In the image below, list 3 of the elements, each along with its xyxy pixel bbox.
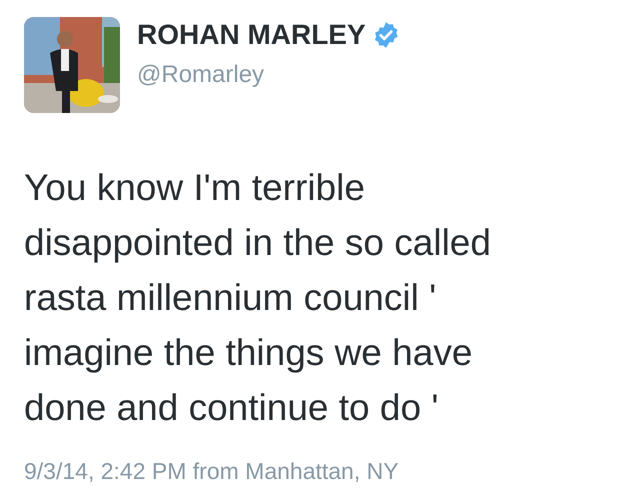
- tweet-timestamp: 9/3/14, 2:42 PM from Manhattan, NY: [24, 457, 399, 485]
- tweet-text: You know I'm terrible disappointed in the so called rasta millennium council ' imagine the things we have done and continue to do ': [24, 166, 492, 430]
- user-name[interactable]: ROHAN MARLEY: [137, 18, 366, 52]
